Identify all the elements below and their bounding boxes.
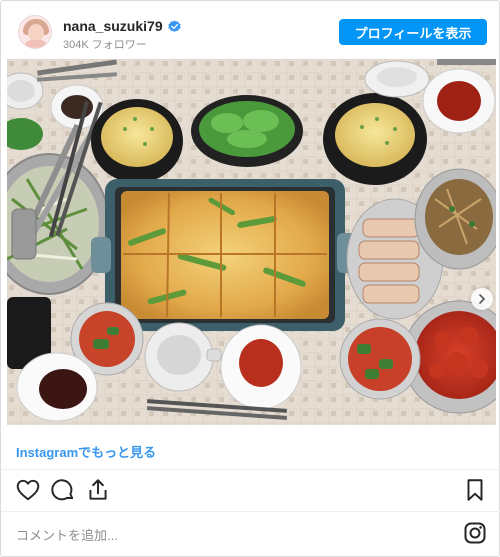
avatar[interactable] bbox=[18, 15, 52, 49]
carousel-next-button[interactable] bbox=[471, 288, 493, 310]
heart-icon[interactable] bbox=[15, 477, 41, 503]
follower-count: 304K フォロワー bbox=[63, 39, 147, 51]
add-comment-input[interactable]: コメントを追加... bbox=[16, 525, 118, 544]
instagram-icon[interactable] bbox=[463, 521, 487, 545]
comment-bubble-icon[interactable] bbox=[50, 477, 76, 503]
action-bar bbox=[1, 477, 500, 505]
view-profile-button[interactable]: プロフィールを表示 bbox=[339, 19, 487, 45]
share-icon[interactable] bbox=[85, 477, 111, 503]
instagram-embed-card: nana_suzuki79 304K フォロワー プロフィールを表示 Insta… bbox=[0, 0, 500, 557]
divider bbox=[1, 469, 500, 470]
verified-badge-icon bbox=[167, 19, 181, 33]
divider bbox=[1, 511, 500, 512]
post-header: nana_suzuki79 304K フォロワー プロフィールを表示 bbox=[1, 1, 500, 61]
username-row: nana_suzuki79 bbox=[63, 18, 181, 34]
bookmark-icon[interactable] bbox=[462, 477, 488, 503]
username-link[interactable]: nana_suzuki79 bbox=[63, 18, 163, 34]
view-more-on-instagram-link[interactable]: Instagramでもっと見る bbox=[16, 442, 156, 461]
post-photo[interactable] bbox=[7, 59, 496, 425]
chevron-right-icon bbox=[479, 294, 486, 304]
